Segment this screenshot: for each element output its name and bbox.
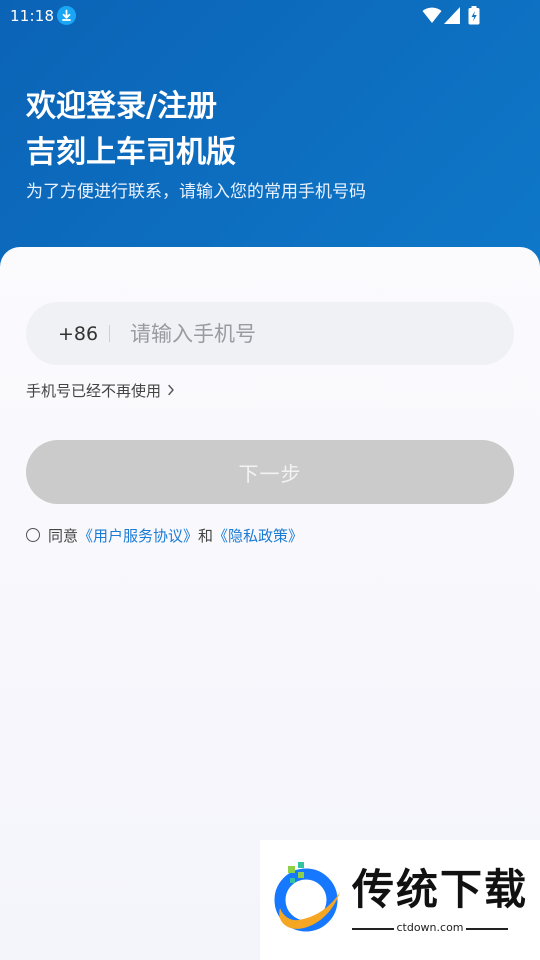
- user-agreement-link[interactable]: 《用户服务协议》: [78, 527, 198, 545]
- login-screen: 11:18 欢迎登录/注册 吉刻上车司机版 为了方便进行联系，请输入您的常用手机…: [0, 0, 540, 960]
- field-divider: [109, 325, 110, 342]
- chevron-right-icon: [168, 384, 174, 396]
- agree-prefix: 同意: [48, 527, 79, 545]
- phone-field[interactable]: +86: [26, 302, 514, 365]
- watermark-text: 传统下载: [352, 865, 529, 914]
- page-subtitle: 为了方便进行联系，请输入您的常用手机号码: [26, 182, 366, 202]
- download-icon: [57, 6, 76, 25]
- watermark-rule-right: [466, 928, 508, 930]
- watermark-logo-icon: [274, 862, 340, 932]
- phone-no-longer-used-link[interactable]: 手机号已经不再使用: [26, 380, 175, 402]
- app-name-title: 吉刻上车司机版: [26, 135, 236, 170]
- agree-checkbox[interactable]: [26, 528, 40, 542]
- wifi-icon: [422, 7, 442, 23]
- phone-input[interactable]: [130, 314, 490, 354]
- agree-and: 和: [198, 527, 214, 545]
- country-code[interactable]: +86: [58, 322, 98, 346]
- next-step-button[interactable]: 下一步: [26, 440, 514, 504]
- phone-no-longer-used-label: 手机号已经不再使用: [26, 382, 162, 400]
- page-title: 欢迎登录/注册: [26, 89, 217, 124]
- status-time: 11:18: [10, 7, 55, 25]
- watermark: 传统下载 ctdown.com: [260, 840, 540, 960]
- watermark-url-row: ctdown.com: [352, 920, 508, 936]
- watermark-rule-left: [352, 928, 394, 930]
- watermark-url: ctdown.com: [396, 921, 464, 934]
- signal-icon: [444, 7, 460, 24]
- battery-icon: [468, 6, 480, 25]
- status-bar: 11:18: [0, 0, 540, 32]
- privacy-policy-link[interactable]: 《隐私政策》: [213, 527, 303, 545]
- agreement-row: 同意《用户服务协议》和《隐私政策》: [26, 525, 303, 547]
